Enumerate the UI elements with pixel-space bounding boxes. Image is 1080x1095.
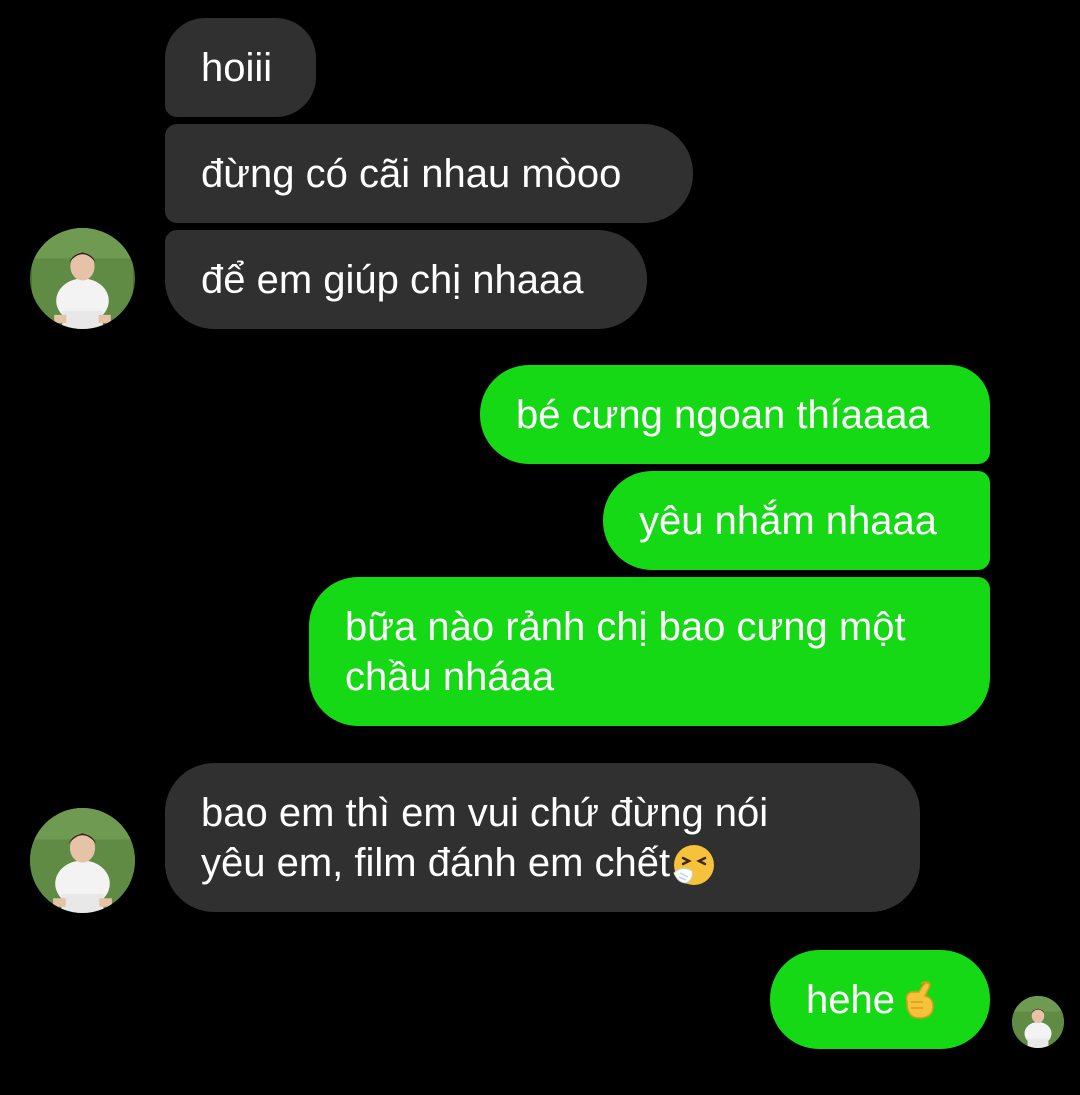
- message-bubble-incoming[interactable]: đừng có cãi nhau mòoo: [165, 124, 693, 223]
- sneezing-face-emoji: [673, 844, 715, 885]
- message-text: hoiii: [201, 45, 273, 90]
- message-text-line: bao em thì em vui chứ đừng nói: [201, 790, 769, 835]
- message-bubble-outgoing[interactable]: bữa nào rảnh chị bao cưng một chầu nháaa: [309, 577, 990, 726]
- message-bubble-incoming[interactable]: hoiii: [165, 18, 316, 117]
- crossed-fingers-heart-emoji: [905, 980, 934, 1019]
- message-text-line: yêu em, film đánh em chết: [201, 840, 671, 885]
- message-text-line: chầu nháaa: [345, 654, 555, 699]
- message-bubble-incoming[interactable]: bao em thì em vui chứ đừng nói yêu em, f…: [165, 763, 920, 912]
- contact-avatar-image: [32, 228, 133, 329]
- message-text: yêu nhắm nhaaa: [639, 498, 938, 543]
- message-text: để em giúp chị nhaaa: [201, 257, 584, 302]
- message-bubble-outgoing[interactable]: bé cưng ngoan thíaaaa: [480, 365, 990, 464]
- message-bubble-outgoing[interactable]: yêu nhắm nhaaa: [603, 471, 990, 570]
- contact-avatar-image: [30, 808, 135, 913]
- message-bubble-outgoing[interactable]: hehe: [770, 950, 990, 1049]
- message-text-line-with-emoji: yêu em, film đánh em chết: [201, 838, 716, 888]
- message-text-line: bữa nào rảnh chị bao cưng một: [345, 604, 906, 649]
- seen-avatar-image: [1012, 996, 1064, 1048]
- contact-avatar[interactable]: [30, 228, 135, 329]
- message-bubble-incoming[interactable]: để em giúp chị nhaaa: [165, 230, 647, 329]
- message-text: hehe: [806, 977, 895, 1022]
- seen-receipt-avatar: [1012, 996, 1064, 1048]
- contact-avatar[interactable]: [30, 808, 135, 913]
- message-text: đừng có cãi nhau mòoo: [201, 151, 622, 196]
- message-text: bé cưng ngoan thíaaaa: [516, 392, 930, 437]
